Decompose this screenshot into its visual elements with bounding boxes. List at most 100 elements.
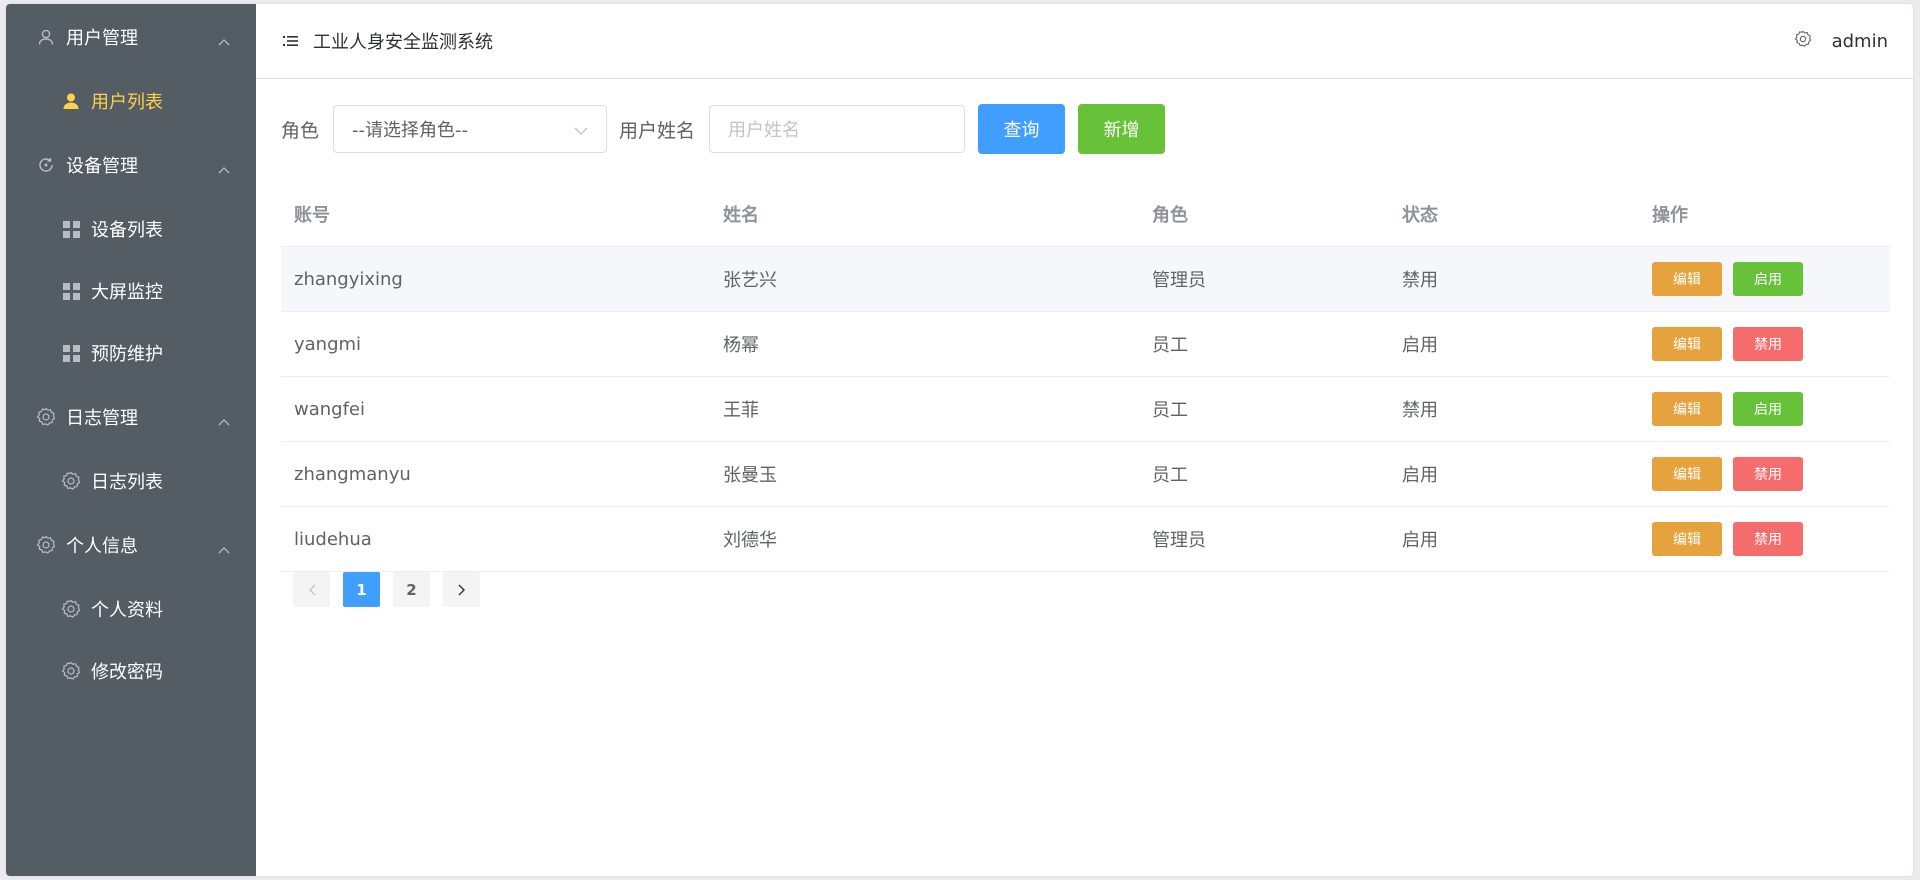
cell-status: 禁用 (1402, 400, 1438, 421)
chevron-up-icon (218, 538, 230, 559)
chevron-right-icon (458, 584, 465, 595)
cell-role: 员工 (1152, 335, 1188, 356)
gear-icon (36, 535, 56, 555)
edit-button[interactable]: 编辑 (1652, 327, 1722, 361)
sidebar-item-label: 用户列表 (91, 92, 163, 113)
disable-button[interactable]: 禁用 (1733, 457, 1803, 491)
column-header-role: 角色 (1152, 205, 1188, 226)
sidebar-item-label: 大屏监控 (91, 282, 163, 303)
settings-gear-icon[interactable] (1794, 30, 1812, 52)
app-window: 用户管理 用户列表 设备管理 设备列表 大屏监控 预防维护 日志管理 日志列表 … (6, 4, 1913, 876)
cell-account: yangmi (294, 333, 362, 355)
top-header: 工业人身安全监测系统 admin (256, 4, 1913, 79)
page-button-2[interactable]: 2 (393, 572, 430, 607)
name-input[interactable]: 用户姓名 (709, 105, 966, 153)
sidebar-item-log-list[interactable]: 日志列表 (6, 450, 256, 512)
cell-role: 员工 (1152, 465, 1188, 486)
enable-button[interactable]: 启用 (1733, 262, 1803, 296)
app-title: 工业人身安全监测系统 (313, 32, 493, 53)
column-header-name: 姓名 (723, 205, 759, 226)
menu-group-user-management[interactable]: 用户管理 (6, 4, 256, 70)
user-icon (36, 27, 56, 47)
table-row: zhangyixing 张艺兴 管理员 禁用 编辑 启用 (281, 247, 1890, 312)
cell-role: 员工 (1152, 400, 1188, 421)
sidebar-item-label: 预防维护 (91, 344, 163, 365)
cell-name: 王菲 (723, 400, 759, 421)
gear-icon (61, 599, 81, 619)
name-input-placeholder: 用户姓名 (728, 120, 801, 141)
cell-account: zhangyixing (294, 268, 403, 290)
next-page-button[interactable] (443, 572, 480, 607)
add-button[interactable]: 新增 (1078, 104, 1166, 154)
cell-actions: 编辑 禁用 (1639, 522, 1890, 556)
table-row: yangmi 杨幂 员工 启用 编辑 禁用 (281, 312, 1890, 377)
menu-group-device-management[interactable]: 设备管理 (6, 132, 256, 198)
query-button[interactable]: 查询 (978, 104, 1066, 154)
sidebar-item-change-password[interactable]: 修改密码 (6, 640, 256, 702)
cell-actions: 编辑 启用 (1639, 262, 1890, 296)
username[interactable]: admin (1832, 31, 1888, 52)
prev-page-button[interactable] (293, 572, 330, 607)
gear-icon (61, 661, 81, 681)
edit-button[interactable]: 编辑 (1652, 262, 1722, 296)
sidebar-item-screen-monitor[interactable]: 大屏监控 (6, 260, 256, 322)
sidebar: 用户管理 用户列表 设备管理 设备列表 大屏监控 预防维护 日志管理 日志列表 … (6, 4, 256, 876)
table-row: liudehua 刘德华 管理员 启用 编辑 禁用 (281, 507, 1890, 572)
grid-icon (61, 219, 81, 239)
cell-status: 禁用 (1402, 270, 1438, 291)
menu-group-log-management[interactable]: 日志管理 (6, 384, 256, 450)
gear-icon (61, 471, 81, 491)
sidebar-item-user-list[interactable]: 用户列表 (6, 70, 256, 132)
grid-icon (61, 281, 81, 301)
edit-button[interactable]: 编辑 (1652, 392, 1722, 426)
table-row: wangfei 王菲 员工 禁用 编辑 启用 (281, 377, 1890, 442)
cell-status: 启用 (1402, 465, 1438, 486)
cell-actions: 编辑 禁用 (1639, 457, 1890, 491)
user-filled-icon (61, 91, 81, 111)
chevron-down-icon (574, 119, 588, 140)
user-table: 账号 姓名 角色 状态 操作 zhangyixing 张艺兴 管理员 禁用 编辑… (281, 182, 1890, 572)
page-button-1[interactable]: 1 (343, 572, 380, 607)
sidebar-item-device-list[interactable]: 设备列表 (6, 198, 256, 260)
disable-button[interactable]: 禁用 (1733, 522, 1803, 556)
grid-icon (61, 343, 81, 363)
gear-icon (36, 407, 56, 427)
table-row: zhangmanyu 张曼玉 员工 启用 编辑 禁用 (281, 442, 1890, 507)
menu-group-personal-info[interactable]: 个人信息 (6, 512, 256, 578)
cell-role: 管理员 (1152, 270, 1206, 291)
column-header-actions: 操作 (1652, 205, 1688, 226)
disable-button[interactable]: 禁用 (1733, 327, 1803, 361)
cell-role: 管理员 (1152, 530, 1206, 551)
menu-group-label: 个人信息 (66, 536, 138, 557)
edit-button[interactable]: 编辑 (1652, 457, 1722, 491)
cell-name: 张艺兴 (723, 270, 777, 291)
cell-actions: 编辑 禁用 (1639, 327, 1890, 361)
role-select[interactable]: --请选择角色-- (333, 105, 608, 153)
sidebar-item-label: 修改密码 (91, 662, 163, 683)
cell-account: liudehua (294, 528, 372, 550)
chevron-left-icon (308, 584, 315, 595)
chevron-up-icon (218, 410, 230, 431)
refresh-icon (36, 155, 56, 175)
cell-actions: 编辑 启用 (1639, 392, 1890, 426)
menu-fold-icon[interactable] (283, 34, 299, 48)
sidebar-item-preventive-maintenance[interactable]: 预防维护 (6, 322, 256, 384)
menu-group-label: 设备管理 (66, 156, 138, 177)
column-header-status: 状态 (1402, 205, 1438, 226)
enable-button[interactable]: 启用 (1733, 392, 1803, 426)
table-header-row: 账号 姓名 角色 状态 操作 (281, 182, 1890, 247)
cell-status: 启用 (1402, 335, 1438, 356)
chevron-up-icon (218, 158, 230, 179)
name-label: 用户姓名 (619, 119, 696, 142)
filter-toolbar: 角色 --请选择角色-- 用户姓名 用户姓名 查询 新增 (281, 104, 1166, 154)
edit-button[interactable]: 编辑 (1652, 522, 1722, 556)
cell-name: 刘德华 (723, 530, 777, 551)
role-label: 角色 (281, 119, 320, 142)
column-header-account: 账号 (294, 205, 330, 226)
sidebar-item-label: 日志列表 (91, 472, 163, 493)
sidebar-item-label: 个人资料 (91, 600, 163, 621)
sidebar-item-profile[interactable]: 个人资料 (6, 578, 256, 640)
cell-account: zhangmanyu (294, 463, 411, 485)
header-user-area: admin (1794, 4, 1888, 78)
cell-account: wangfei (294, 398, 365, 420)
